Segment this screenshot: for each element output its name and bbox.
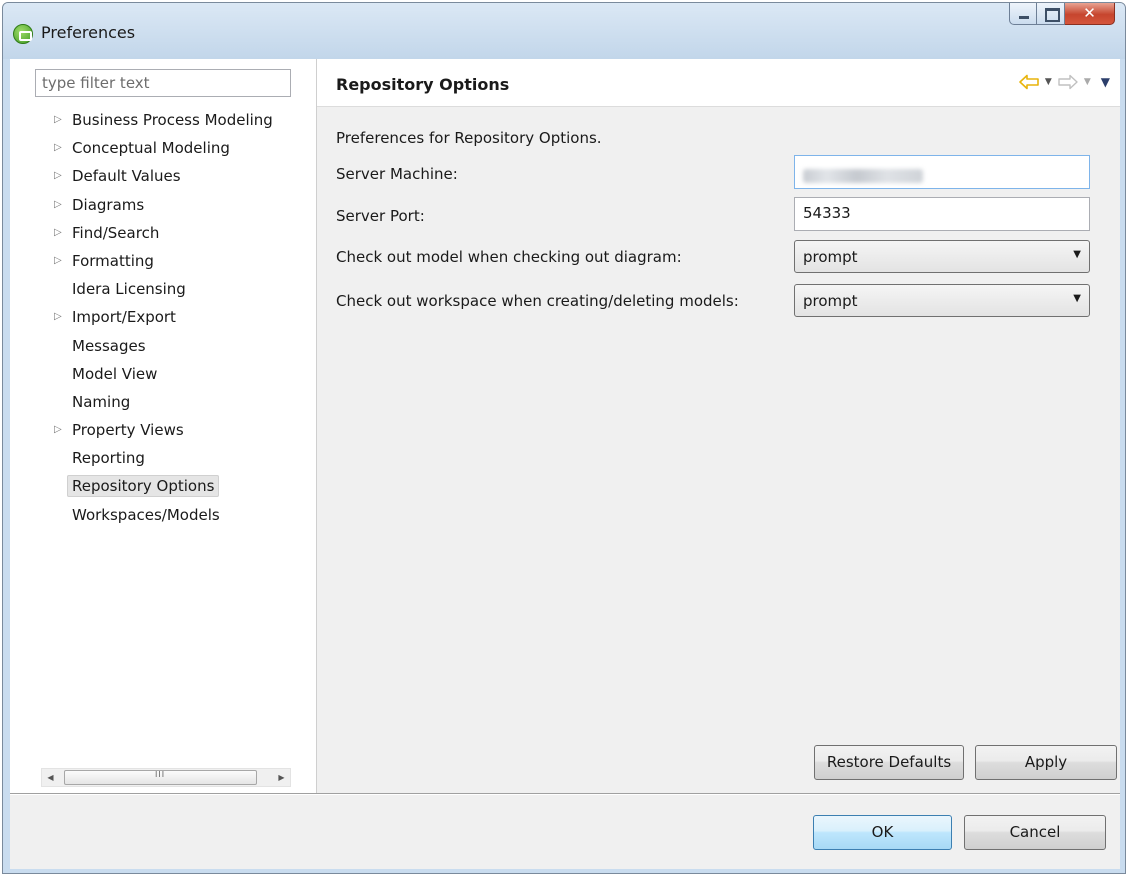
tree-item[interactable]: ▷ Import/Export: [10, 303, 316, 331]
tree-item[interactable]: ▷ Conceptual Modeling: [10, 134, 316, 162]
close-button[interactable]: ✕: [1065, 3, 1115, 25]
scroll-right-icon[interactable]: ▶: [273, 769, 290, 786]
tree-item-label: Messages: [72, 336, 146, 355]
checkout-workspace-value: prompt: [803, 292, 858, 310]
preference-navigation-panel: ▷ Business Process Modeling ▷ Conceptual Mo…: [10, 59, 316, 793]
tree-item-label: Naming: [72, 392, 131, 411]
tree-item-label: Formatting: [72, 251, 154, 270]
dialog-client-area: ▷ Business Process Modeling ▷ Conceptual Mo…: [10, 59, 1120, 869]
tree-item-label: Import/Export: [72, 308, 176, 327]
checkout-model-select[interactable]: prompt ▼: [794, 240, 1090, 273]
tree-item-label: Default Values: [72, 167, 181, 186]
forward-history-dropdown-icon[interactable]: ▼: [1084, 77, 1091, 87]
expand-arrow-icon[interactable]: ▷: [54, 134, 62, 162]
back-arrow-icon[interactable]: [1019, 74, 1039, 90]
expand-arrow-icon[interactable]: ▷: [54, 162, 62, 190]
window-title: Preferences: [41, 23, 136, 42]
tree-item[interactable]: Model View: [10, 360, 316, 388]
tree-item-label: Workspaces/Models: [72, 505, 220, 524]
tree-item-label: Diagrams: [72, 195, 145, 214]
tree-item[interactable]: Naming: [10, 388, 316, 416]
page-header: Repository Options ▼ ▼ ▼: [317, 59, 1120, 107]
preference-tree: ▷ Business Process Modeling ▷ Conceptual Mo…: [10, 106, 316, 529]
maximize-button[interactable]: [1037, 3, 1065, 25]
tree-item[interactable]: ▷ Property Views: [10, 416, 316, 444]
expand-arrow-icon[interactable]: ▷: [54, 303, 62, 331]
preferences-window: Preferences ✕ ▷ Business Process Modeling…: [2, 2, 1126, 874]
tree-item-label: Reporting: [72, 449, 145, 468]
tree-item-label: Property Views: [72, 421, 184, 440]
grip-icon: III: [155, 770, 166, 779]
cancel-button[interactable]: Cancel: [964, 815, 1106, 850]
page-description: Preferences for Repository Options.: [336, 129, 602, 147]
tree-item-label: Business Process Modeling: [72, 111, 273, 129]
minimize-button[interactable]: [1009, 3, 1037, 25]
title-bar: Preferences ✕: [3, 3, 1125, 59]
app-icon: [13, 24, 33, 44]
back-history-dropdown-icon[interactable]: ▼: [1045, 77, 1052, 87]
expand-arrow-icon[interactable]: ▷: [54, 219, 62, 247]
forward-arrow-icon[interactable]: [1058, 74, 1078, 90]
expand-arrow-icon[interactable]: ▷: [54, 416, 62, 444]
tree-item[interactable]: ▷ Diagrams: [10, 191, 316, 219]
expand-arrow-icon[interactable]: ▷: [54, 247, 62, 275]
expand-arrow-icon[interactable]: ▷: [54, 191, 62, 219]
server-machine-value-redacted: [803, 169, 923, 183]
ok-button[interactable]: OK: [813, 815, 952, 850]
tree-item[interactable]: Workspaces/Models: [10, 501, 316, 529]
tree-item[interactable]: Messages: [10, 332, 316, 360]
checkout-model-label: Check out model when checking out diagra…: [336, 248, 682, 266]
server-port-field[interactable]: 54333: [794, 197, 1090, 231]
footer-divider: [10, 793, 1120, 795]
tree-item[interactable]: ▷ Find/Search: [10, 219, 316, 247]
server-port-label: Server Port:: [336, 207, 425, 225]
history-navigation: ▼ ▼ ▼: [1019, 74, 1110, 90]
checkout-workspace-label: Check out workspace when creating/deleti…: [336, 292, 739, 310]
restore-defaults-button[interactable]: Restore Defaults: [814, 745, 964, 780]
chevron-down-icon: ▼: [1073, 293, 1081, 304]
tree-item-label: Model View: [72, 364, 158, 383]
tree-item-label: Conceptual Modeling: [72, 139, 230, 158]
horizontal-scrollbar[interactable]: ◀ III ▶: [41, 768, 291, 787]
tree-item[interactable]: ▷ Default Values: [10, 162, 316, 190]
scroll-left-icon[interactable]: ◀: [42, 769, 59, 786]
tree-item[interactable]: Idera Licensing: [10, 275, 316, 303]
tree-item[interactable]: ▷ Formatting: [10, 247, 316, 275]
view-menu-icon[interactable]: ▼: [1101, 75, 1110, 89]
apply-button[interactable]: Apply: [975, 745, 1117, 780]
tree-item-label: Repository Options: [67, 475, 220, 498]
preference-page: Repository Options ▼ ▼ ▼ Preferences for…: [317, 59, 1120, 793]
filter-input[interactable]: [35, 69, 291, 97]
close-icon: ✕: [1083, 4, 1096, 22]
expand-arrow-icon[interactable]: ▷: [54, 106, 62, 134]
tree-item-label: Find/Search: [72, 223, 160, 242]
chevron-down-icon: ▼: [1073, 249, 1081, 260]
window-controls: ✕: [1009, 3, 1115, 25]
checkout-model-value: prompt: [803, 248, 858, 266]
tree-item[interactable]: Repository Options: [10, 472, 316, 500]
checkout-workspace-select[interactable]: prompt ▼: [794, 284, 1090, 317]
scrollbar-thumb[interactable]: III: [64, 770, 257, 785]
page-title: Repository Options: [336, 75, 510, 94]
tree-item-label: Idera Licensing: [72, 280, 186, 299]
tree-item[interactable]: ▷ Business Process Modeling: [10, 106, 316, 134]
tree-item[interactable]: Reporting: [10, 444, 316, 472]
server-machine-label: Server Machine:: [336, 165, 458, 183]
